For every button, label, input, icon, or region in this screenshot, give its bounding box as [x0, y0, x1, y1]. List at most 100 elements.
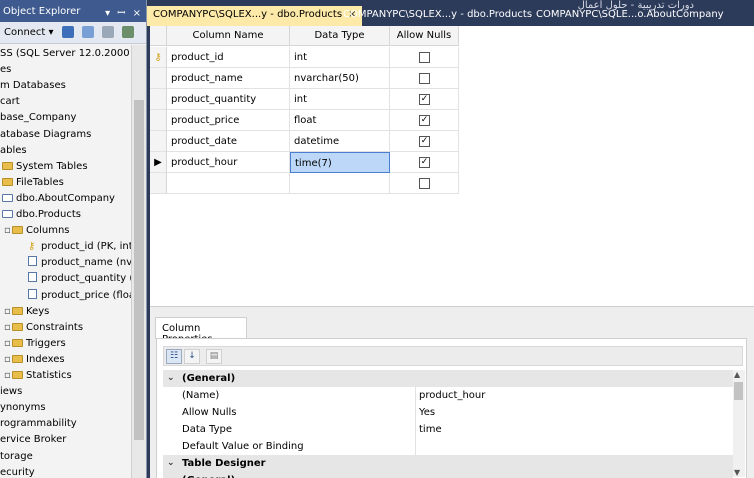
property-value[interactable]: time	[419, 421, 442, 438]
expand-icon[interactable]: ▫	[4, 368, 12, 384]
tree-item[interactable]: ▫ Columns	[4, 223, 70, 239]
tree-item[interactable]: ables	[0, 143, 27, 159]
property-category[interactable]: ⌄ (General)	[163, 472, 733, 478]
allow-nulls-checkbox[interactable]: ✓	[419, 115, 430, 126]
tree-item[interactable]: torage	[0, 449, 33, 465]
column-name-cell[interactable]: product_date	[167, 131, 290, 152]
scrollbar-thumb[interactable]	[734, 382, 743, 400]
tree-item[interactable]: ecurity	[0, 465, 35, 478]
row-header[interactable]	[150, 110, 167, 131]
column-name-cell[interactable]: product_hour	[167, 152, 290, 173]
column-name-cell[interactable]: product_id	[167, 47, 290, 68]
scrollbar-thumb[interactable]	[134, 100, 144, 440]
tab-products[interactable]: COMPANYPC\SQLEX...y - dbo.Products	[337, 6, 538, 26]
table-row[interactable]: product_name nvarchar(50)	[150, 68, 459, 89]
data-type-cell[interactable]: int	[290, 89, 390, 110]
tree-item[interactable]: product_name (nvar	[28, 255, 131, 271]
tree-item[interactable]: ▫ Statistics	[4, 368, 72, 384]
property-value[interactable]: Yes	[419, 404, 435, 421]
tree-item[interactable]: ▫ Triggers	[4, 336, 66, 352]
tree-item[interactable]: ⚷ product_id (PK, int, n	[28, 239, 131, 255]
property-row[interactable]: Default Value or Binding	[163, 438, 733, 455]
panel-pin-controls[interactable]: ▾ ꟷ ×	[105, 5, 143, 19]
tree-item[interactable]: SS (SQL Server 12.0.2000 - COM	[0, 46, 131, 62]
column-name-cell[interactable]: product_price	[167, 110, 290, 131]
data-type-cell[interactable]: datetime	[290, 131, 390, 152]
data-type-cell[interactable]: int	[290, 47, 390, 68]
allow-nulls-checkbox[interactable]	[419, 52, 430, 63]
expand-icon[interactable]: ▫	[4, 223, 12, 239]
tree-item[interactable]: base_Company	[0, 110, 76, 126]
data-type-cell[interactable]: float	[290, 110, 390, 131]
categorized-icon[interactable]: ☷	[166, 349, 182, 364]
tree-item[interactable]: es	[0, 62, 11, 78]
current-row-indicator-icon[interactable]: ▶	[150, 152, 167, 173]
tab-column-properties[interactable]: Column Properties	[155, 317, 247, 345]
connect-object-icon[interactable]	[61, 26, 74, 38]
tree-item[interactable]: ynonyms	[0, 400, 46, 416]
scroll-down-icon[interactable]: ▼	[734, 468, 740, 477]
tree-item[interactable]: dbo.Products	[2, 207, 81, 223]
disconnect-icon[interactable]	[81, 26, 94, 38]
allow-nulls-checkbox[interactable]: ✓	[419, 94, 430, 105]
tree-item[interactable]: dbo.AboutCompany	[2, 191, 115, 207]
row-header[interactable]	[150, 68, 167, 89]
property-grid-scrollbar[interactable]: ▲ ▼	[733, 370, 745, 477]
row-header[interactable]	[150, 173, 167, 194]
table-row[interactable]	[150, 173, 459, 194]
allow-nulls-checkbox[interactable]: ✓	[419, 157, 430, 168]
tree-item[interactable]: ▫ Indexes	[4, 352, 65, 368]
tree-item[interactable]: ▫ Constraints	[4, 320, 83, 336]
data-type-cell[interactable]: nvarchar(50)	[290, 68, 390, 89]
collapse-chevron-icon[interactable]: ⌄	[167, 455, 175, 472]
table-row[interactable]: product_price float ✓	[150, 110, 459, 131]
allow-nulls-checkbox[interactable]	[419, 73, 430, 84]
table-row[interactable]: ⚷ product_id int	[150, 47, 459, 68]
expand-icon[interactable]: ▫	[4, 336, 12, 352]
tab-products-active[interactable]: COMPANYPC\SQLEX...y - dbo.Products ×	[147, 6, 363, 26]
table-row[interactable]: ▶ product_hour time(7) ✓	[150, 152, 459, 173]
tree-item[interactable]: iews	[0, 384, 22, 400]
filter-icon[interactable]	[122, 26, 135, 38]
object-explorer-scrollbar[interactable]	[131, 45, 146, 478]
property-row[interactable]: Data Type time	[163, 421, 733, 438]
property-row[interactable]: Allow Nulls Yes	[163, 404, 733, 421]
primary-key-icon[interactable]: ⚷	[150, 47, 167, 68]
property-value[interactable]: product_hour	[419, 387, 485, 404]
tree-item[interactable]: ▫ Keys	[4, 304, 49, 320]
column-name-cell[interactable]	[167, 173, 290, 194]
column-name-cell[interactable]: product_quantity	[167, 89, 290, 110]
sort-alphabetical-icon[interactable]: ↓	[184, 349, 200, 364]
collapse-chevron-icon[interactable]: ⌄	[167, 472, 175, 478]
tree-item[interactable]: product_price (float,	[28, 288, 131, 304]
tree-item[interactable]: rogrammability	[0, 416, 77, 432]
expand-icon[interactable]: ▫	[4, 320, 12, 336]
tree-item[interactable]: atabase Diagrams	[0, 127, 91, 143]
property-category[interactable]: ⌄ Table Designer	[163, 455, 733, 472]
table-row[interactable]: product_quantity int ✓	[150, 89, 459, 110]
tree-item-label: cart	[0, 96, 20, 108]
property-category[interactable]: ⌄ (General)	[163, 370, 733, 387]
scroll-up-icon[interactable]: ▲	[734, 370, 740, 379]
connect-button[interactable]: Connect ▾	[4, 27, 54, 38]
tree-item[interactable]: System Tables	[2, 159, 88, 175]
allow-nulls-checkbox[interactable]: ✓	[419, 136, 430, 147]
tree-item[interactable]: FileTables	[2, 175, 64, 191]
expand-icon[interactable]: ▫	[4, 352, 12, 368]
table-row[interactable]: product_date datetime ✓	[150, 131, 459, 152]
stop-icon[interactable]	[102, 26, 115, 38]
allow-nulls-checkbox[interactable]	[419, 178, 430, 189]
row-header[interactable]	[150, 131, 167, 152]
tree-item[interactable]: ervice Broker	[0, 432, 66, 448]
row-header[interactable]	[150, 89, 167, 110]
property-pages-icon[interactable]: ▤	[206, 349, 222, 364]
tree-item[interactable]: cart	[0, 94, 20, 110]
column-name-cell[interactable]: product_name	[167, 68, 290, 89]
data-type-cell[interactable]: time(7)	[290, 152, 390, 173]
expand-icon[interactable]: ▫	[4, 304, 12, 320]
tree-item[interactable]: m Databases	[0, 78, 66, 94]
property-row[interactable]: (Name) product_hour	[163, 387, 733, 404]
tree-item[interactable]: product_quantity (in	[28, 271, 131, 287]
data-type-cell[interactable]	[290, 173, 390, 194]
collapse-chevron-icon[interactable]: ⌄	[167, 370, 175, 387]
